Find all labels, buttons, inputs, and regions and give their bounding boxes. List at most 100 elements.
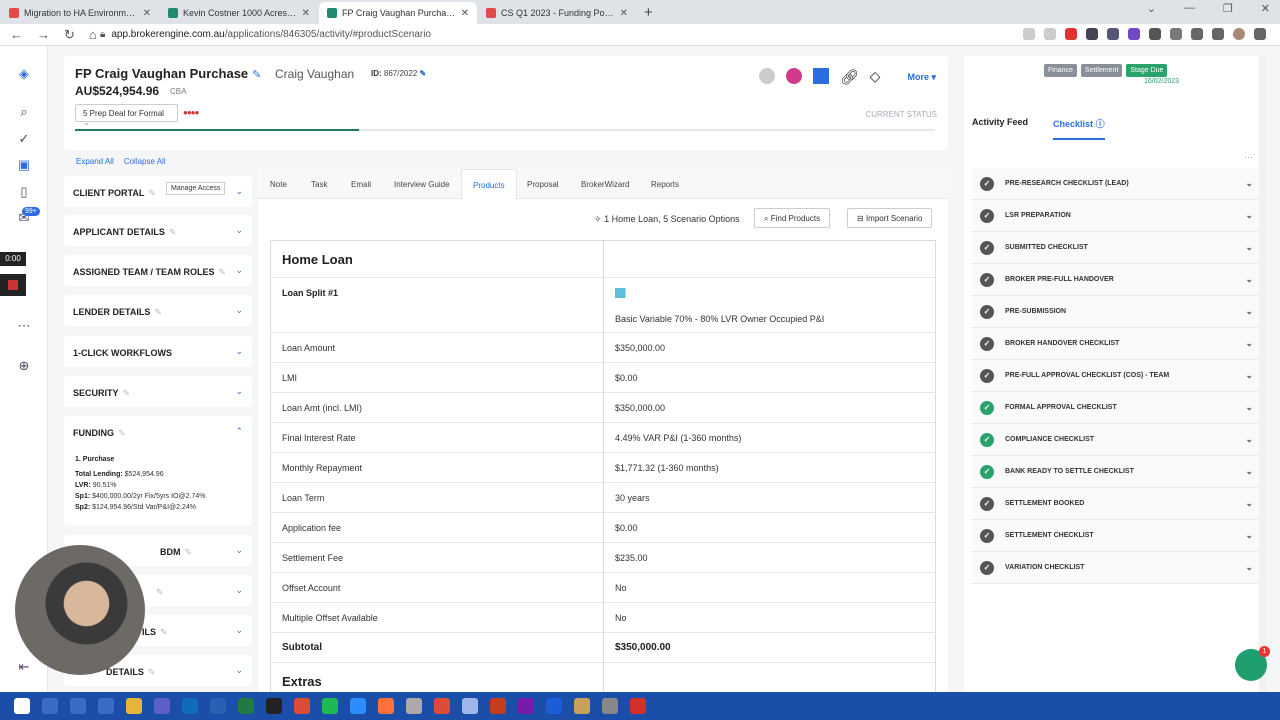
checklist-item[interactable]: ✓ FORMAL APPROVAL CHECKLIST ⌄ <box>972 392 1261 424</box>
extension-icon[interactable] <box>1107 28 1119 40</box>
home-icon[interactable]: ⌂ <box>89 27 97 43</box>
app-icon[interactable] <box>546 698 562 714</box>
forward-icon[interactable]: → <box>37 27 50 43</box>
edit-icon[interactable]: ✎ <box>156 587 164 597</box>
chevron-down-icon[interactable]: ⌄ <box>1245 434 1253 445</box>
edit-icon[interactable]: ✎ <box>219 267 227 277</box>
chat-button[interactable]: 1 <box>1235 646 1270 681</box>
restore-icon[interactable]: ❐ <box>1223 2 1233 15</box>
section-applicant-details[interactable]: APPLICANT DETAILS ✎ ⌄ <box>64 215 252 246</box>
find-products-button[interactable]: ⌕ Find Products <box>754 208 831 228</box>
extension-icon[interactable] <box>1170 28 1182 40</box>
edit-icon[interactable]: ✎ <box>160 627 168 637</box>
edit-icon[interactable]: ✎ <box>123 388 131 398</box>
chevron-down-icon[interactable]: ⌄ <box>235 346 243 357</box>
link-icon[interactable]: 🔗︎ <box>840 68 859 86</box>
url-field[interactable]: 🔒︎ app.brokerengine.com.au/applications/… <box>100 29 431 40</box>
section-security[interactable]: SECURITY ✎ ⌄ <box>64 376 252 407</box>
chevron-down-icon[interactable]: ⌄ <box>1245 274 1253 285</box>
edit-icon[interactable]: ✎ <box>118 428 126 438</box>
browser-tab[interactable]: CS Q1 2023 - Funding Position ✕ <box>478 2 636 24</box>
chevron-down-icon[interactable]: ⌄ <box>1245 530 1253 541</box>
chrome-icon[interactable] <box>294 698 310 714</box>
chevron-down-icon[interactable]: ⌄ <box>235 225 243 236</box>
app-icon[interactable] <box>462 698 478 714</box>
checklist-item[interactable]: ✓ PRE-RESEARCH CHECKLIST (LEAD) ⌄ <box>972 168 1261 200</box>
expand-all-link[interactable]: Expand All <box>76 157 114 166</box>
search-icon[interactable]: ⌕ <box>16 104 32 120</box>
logo-icon[interactable]: ◈ <box>16 66 32 82</box>
browser-tab[interactable]: Kevin Costner 1000 Acres Purcha...✕ <box>160 2 318 24</box>
chevron-down-icon[interactable]: ⌄ <box>1245 370 1253 381</box>
tab-note[interactable]: Note <box>270 180 287 189</box>
windows-start-icon[interactable] <box>14 698 30 714</box>
more-icon[interactable]: ⋯ <box>16 318 32 334</box>
chevron-down-icon[interactable]: ⌄ <box>1245 402 1253 413</box>
browser-tab[interactable]: Migration to HA Environment ✕ <box>1 2 159 24</box>
chevron-down-icon[interactable]: ⌄ <box>1245 498 1253 509</box>
firefox-icon[interactable] <box>378 698 394 714</box>
settings-icon[interactable] <box>602 698 618 714</box>
chevron-down-icon[interactable]: ⌄ <box>1245 338 1253 349</box>
chrome-icon[interactable] <box>434 698 450 714</box>
more-button[interactable]: More ▾ <box>907 72 936 83</box>
outlook-icon[interactable] <box>182 698 198 714</box>
teams-icon[interactable] <box>154 698 170 714</box>
extension-icon[interactable] <box>1149 28 1161 40</box>
stage-due[interactable]: Stage Due <box>1126 64 1168 77</box>
section-funding[interactable]: FUNDING ✎ ⌃ 1. Purchase Total Lending: $5… <box>64 416 252 525</box>
back-icon[interactable]: ← <box>10 27 23 43</box>
excel-icon[interactable] <box>238 698 254 714</box>
add-icon[interactable]: ⊕ <box>16 358 32 374</box>
file-explorer-icon[interactable] <box>126 698 142 714</box>
cortana-icon[interactable] <box>70 698 86 714</box>
scrollbar[interactable] <box>1259 56 1267 692</box>
new-tab-button[interactable]: + <box>636 2 661 24</box>
checklist-item[interactable]: ✓ SETTLEMENT BOOKED ⌄ <box>972 488 1261 520</box>
extension-icon[interactable] <box>1065 28 1077 40</box>
chevron-down-icon[interactable]: ⌄ <box>235 386 243 397</box>
chevron-down-icon[interactable]: ⌄ <box>235 665 243 676</box>
close-window-icon[interactable]: ✕ <box>1261 2 1270 15</box>
chevron-down-icon[interactable]: ⌄ <box>235 585 243 596</box>
help-icon[interactable]: ⓘ <box>1096 119 1105 129</box>
word-icon[interactable] <box>210 698 226 714</box>
checklist-item[interactable]: ✓ BROKER PRE-FULL HANDOVER ⌄ <box>972 264 1261 296</box>
chevron-down-icon[interactable]: ⌄ <box>235 265 243 276</box>
acrobat-icon[interactable] <box>630 698 646 714</box>
close-icon[interactable]: ✕ <box>302 8 310 19</box>
record-stop-button[interactable] <box>0 274 26 296</box>
checklist-item[interactable]: ✓ BROKER HANDOVER CHECKLIST ⌄ <box>972 328 1261 360</box>
tab-activity-feed[interactable]: Activity Feed <box>972 117 1028 140</box>
edit-icon[interactable]: ✎ <box>148 188 156 198</box>
tab-products[interactable]: Products <box>461 169 517 200</box>
share-icon[interactable] <box>1023 28 1035 40</box>
client-name[interactable]: Craig Vaughan <box>275 67 354 81</box>
task-view-icon[interactable] <box>98 698 114 714</box>
chevron-down-icon[interactable]: ⌄ <box>235 545 243 556</box>
tab-checklist[interactable]: Checklist ⓘ <box>1053 117 1105 140</box>
check-circle-icon[interactable]: ✓ <box>16 131 32 147</box>
tab-brokerwizard[interactable]: BrokerWizard <box>581 180 629 189</box>
chevron-down-icon[interactable]: ⌄ <box>235 186 243 197</box>
chevron-down-icon[interactable]: ⌄ <box>1245 466 1253 477</box>
browser-tab-active[interactable]: FP Craig Vaughan Purchase | Bro...✕ <box>319 2 477 24</box>
section-client-portal[interactable]: CLIENT PORTAL ✎ Manage Access ⌄ <box>64 176 252 207</box>
reload-icon[interactable]: ↻ <box>64 27 75 43</box>
close-icon[interactable]: ✕ <box>143 8 151 19</box>
zoom-icon[interactable] <box>350 698 366 714</box>
puzzle-icon[interactable] <box>1191 28 1203 40</box>
profile-avatar[interactable] <box>1233 28 1245 40</box>
edit-icon[interactable]: ✎ <box>420 69 427 78</box>
extension-icon[interactable] <box>1128 28 1140 40</box>
gear-icon[interactable] <box>759 68 775 84</box>
stage-settlement[interactable]: Settlement <box>1080 64 1123 77</box>
sidebar-icon[interactable] <box>1212 28 1224 40</box>
app-icon[interactable] <box>574 698 590 714</box>
checklist-item[interactable]: ✓ PRE-SUBMISSION ⌄ <box>972 296 1261 328</box>
chevron-down-icon[interactable]: ⌄ <box>1245 178 1253 189</box>
checklist-item[interactable]: ✓ BANK READY TO SETTLE CHECKLIST ⌄ <box>972 456 1261 488</box>
board-icon[interactable]: ▣ <box>16 157 32 173</box>
tab-reports[interactable]: Reports <box>651 180 679 189</box>
stage-finance[interactable]: Finance <box>1044 64 1077 77</box>
